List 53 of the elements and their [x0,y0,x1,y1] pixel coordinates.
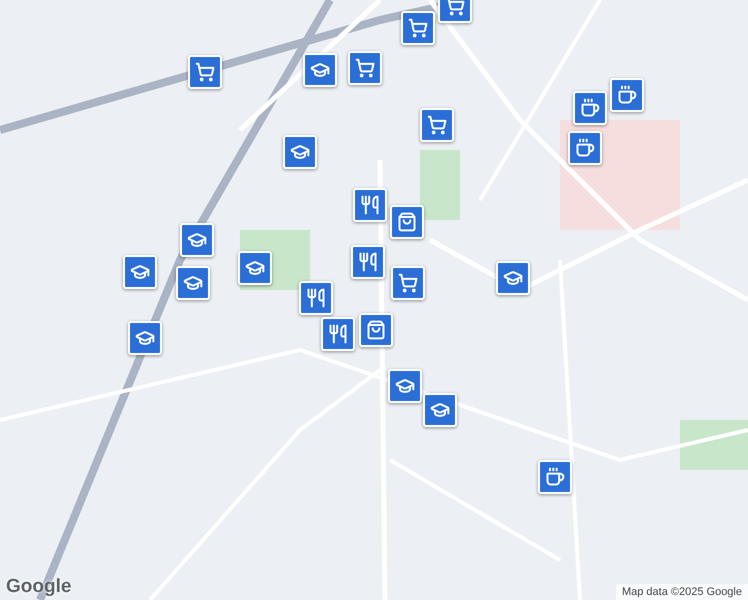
cafe-marker[interactable] [573,91,607,125]
graduation-cap-icon [310,60,330,80]
restaurant-marker[interactable] [353,188,387,222]
cart-marker[interactable] [391,266,425,300]
graduation-cap-icon [245,258,265,278]
school-marker[interactable] [423,393,457,427]
shop-marker[interactable] [359,313,393,347]
restaurant-marker[interactable] [299,281,333,315]
school-marker[interactable] [176,266,210,300]
map-logo: Google [6,576,72,598]
shopping-bag-icon [397,212,417,232]
graduation-cap-icon [290,142,310,162]
school-marker[interactable] [283,135,317,169]
cart-marker[interactable] [188,55,222,89]
graduation-cap-icon [130,262,150,282]
school-marker[interactable] [128,321,162,355]
school-marker[interactable] [303,53,337,87]
shopping-cart-icon [355,58,375,78]
fork-knife-icon [306,288,326,308]
graduation-cap-icon [183,273,203,293]
cart-marker[interactable] [401,11,435,45]
school-marker[interactable] [388,369,422,403]
shopping-cart-icon [408,18,428,38]
shop-marker[interactable] [390,205,424,239]
map-attribution: Map data ©2025 Google [616,584,748,600]
school-marker[interactable] [123,255,157,289]
shopping-cart-icon [427,115,447,135]
cafe-marker[interactable] [610,78,644,112]
cafe-marker[interactable] [538,460,572,494]
shopping-cart-icon [398,273,418,293]
fork-knife-icon [358,252,378,272]
graduation-cap-icon [187,230,207,250]
cart-marker[interactable] [348,51,382,85]
school-marker[interactable] [238,251,272,285]
school-marker[interactable] [496,261,530,295]
shopping-cart-icon [195,62,215,82]
graduation-cap-icon [135,328,155,348]
coffee-cup-icon [545,467,565,487]
coffee-cup-icon [575,138,595,158]
coffee-cup-icon [617,85,637,105]
restaurant-marker[interactable] [351,245,385,279]
fork-knife-icon [360,195,380,215]
coffee-cup-icon [580,98,600,118]
cafe-marker[interactable] [568,131,602,165]
fork-knife-icon [328,324,348,344]
restaurant-marker[interactable] [321,317,355,351]
school-marker[interactable] [180,223,214,257]
graduation-cap-icon [503,268,523,288]
shopping-bag-icon [366,320,386,340]
cart-marker[interactable] [420,108,454,142]
graduation-cap-icon [430,400,450,420]
graduation-cap-icon [395,376,415,396]
shopping-cart-icon [445,0,465,16]
